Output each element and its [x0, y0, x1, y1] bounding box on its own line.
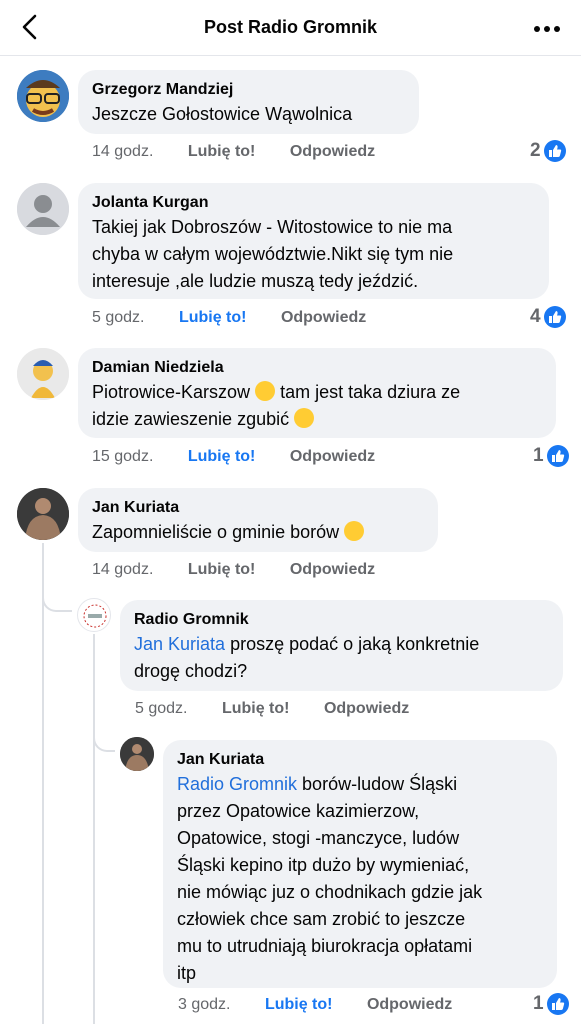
comment-text-line: nie mówiąc juz o chodnikach gdzie jak — [177, 882, 483, 902]
comment-time: 3 godz. — [178, 996, 231, 1013]
comment-text: borów-ludow Śląski — [297, 774, 458, 794]
winking-emoji-icon — [294, 408, 315, 428]
comment-actions: 14 godz. Lubię to! Odpowiedz — [92, 561, 405, 579]
comment-author[interactable]: Jan Kuriata — [177, 749, 543, 771]
avatar[interactable] — [77, 598, 111, 632]
comment-text-line: Jan Kuriata proszę podać o jaką konkretn… — [134, 631, 549, 658]
like-link[interactable]: Lubię to! — [179, 309, 247, 326]
reaction-number: 2 — [530, 140, 541, 161]
comment-text-line: Takiej jak Dobroszów - Witostowice to ni… — [92, 217, 453, 237]
comment-author[interactable]: Radio Gromnik — [134, 609, 549, 631]
thumbs-up-icon — [546, 993, 569, 1015]
reply-link[interactable]: Odpowiedz — [290, 448, 375, 465]
reaction-count[interactable]: 2 — [530, 140, 566, 162]
comment-author[interactable]: Jolanta Kurgan — [92, 192, 535, 214]
thread-connector — [42, 560, 72, 612]
comment-bubble: Jan Kuriata Radio Gromnik borów-ludow Śl… — [163, 740, 557, 988]
comment-actions: 14 godz. Lubię to! Odpowiedz — [92, 143, 405, 161]
comment-text-line: drogę chodzi? — [134, 661, 248, 681]
mention-link[interactable]: Jan Kuriata — [134, 634, 225, 654]
mention-link[interactable]: Radio Gromnik — [177, 774, 297, 794]
comment-text-line: idzie zawieszenie zgubić — [92, 406, 542, 433]
avatar[interactable] — [17, 183, 69, 235]
laughing-emoji-icon — [344, 521, 365, 541]
thread-line — [42, 543, 44, 1024]
like-link[interactable]: Lubię to! — [222, 700, 290, 717]
comment-actions: 5 godz. Lubię to! Odpowiedz — [135, 700, 439, 718]
comment-time: 14 godz. — [92, 143, 154, 160]
reaction-number: 1 — [533, 445, 544, 466]
avatar[interactable] — [17, 488, 69, 540]
reaction-count[interactable]: 1 — [533, 445, 569, 467]
comment-author[interactable]: Jan Kuriata — [92, 497, 424, 519]
more-dots-icon — [534, 26, 560, 32]
page-title: Post Radio Gromnik — [203, 17, 378, 37]
comment-bubble: Damian Niedziela Piotrowice-Karszow tam … — [78, 348, 556, 438]
reaction-number: 4 — [530, 306, 541, 327]
comment-text-line: mu to utrudniają biurokracja opłatami — [177, 936, 473, 956]
comment-text-line: interesuje ,ale ludzie muszą tedy jeździ… — [92, 271, 419, 291]
avatar[interactable] — [17, 70, 69, 122]
comment-text-line: itp — [177, 963, 197, 983]
comment-author[interactable]: Damian Niedziela — [92, 357, 542, 379]
comment-text: Piotrowice-Karszow — [92, 382, 251, 402]
comment-text-line: Opatowice, stogi -manczyce, ludów — [177, 828, 460, 848]
reaction-count[interactable]: 4 — [530, 306, 566, 328]
thread-connector — [93, 700, 115, 752]
like-link[interactable]: Lubię to! — [265, 996, 333, 1013]
comment-time: 14 godz. — [92, 561, 154, 578]
comment-actions: 15 godz. Lubię to! Odpowiedz — [92, 448, 405, 466]
reply-link[interactable]: Odpowiedz — [290, 561, 375, 578]
comment-text-line: Radio Gromnik borów-ludow Śląski — [177, 771, 543, 798]
reaction-count[interactable]: 1 — [533, 993, 569, 1015]
like-link[interactable]: Lubię to! — [188, 561, 256, 578]
comment-bubble: Grzegorz Mandziej Jeszcze Gołostowice Wą… — [78, 70, 419, 134]
reply-link[interactable]: Odpowiedz — [367, 996, 452, 1013]
comment-text: idzie zawieszenie zgubić — [92, 409, 290, 429]
like-link[interactable]: Lubię to! — [188, 143, 256, 160]
comment-time: 5 godz. — [135, 700, 188, 717]
thumbs-up-icon — [543, 140, 566, 162]
comment-actions: 5 godz. Lubię to! Odpowiedz — [92, 309, 396, 327]
comment-text-line: Śląski kepino itp dużo by wymieniać, — [177, 855, 470, 875]
reply-link[interactable]: Odpowiedz — [324, 700, 409, 717]
comment-text: proszę podać o jaką konkretnie — [225, 634, 480, 654]
reply-link[interactable]: Odpowiedz — [290, 143, 375, 160]
comment-bubble: Radio Gromnik Jan Kuriata proszę podać o… — [120, 600, 563, 691]
comment-actions: 3 godz. Lubię to! Odpowiedz — [178, 996, 482, 1014]
comment-text-line: przez Opatowice kazimierzow, — [177, 801, 420, 821]
comment-time: 5 godz. — [92, 309, 145, 326]
comment-bubble: Jan Kuriata Zapomnieliście o gminie boró… — [78, 488, 438, 552]
thumbs-up-icon — [546, 445, 569, 467]
comment-text: tam jest taka dziura ze — [280, 382, 461, 402]
like-link[interactable]: Lubię to! — [188, 448, 256, 465]
comment-text-line: Piotrowice-Karszow tam jest taka dziura … — [92, 379, 542, 406]
thumbs-up-icon — [543, 306, 566, 328]
comment-text-line: Zapomnieliście o gminie borów — [92, 519, 424, 546]
top-bar: Post Radio Gromnik — [0, 0, 581, 56]
comment-author[interactable]: Grzegorz Mandziej — [92, 79, 405, 101]
avatar[interactable] — [120, 737, 154, 771]
reaction-number: 1 — [533, 993, 544, 1014]
thread-line — [93, 634, 95, 1024]
comment-time: 15 godz. — [92, 448, 154, 465]
winking-emoji-icon — [255, 381, 276, 401]
comment-text-line: człowiek chce sam zrobić to jeszcze — [177, 909, 466, 929]
comment-text: Zapomnieliście o gminie borów — [92, 522, 340, 542]
more-button[interactable] — [533, 14, 561, 34]
avatar[interactable] — [17, 348, 69, 400]
reply-link[interactable]: Odpowiedz — [281, 309, 366, 326]
comment-text-line: chyba w całym województwie.Nikt się tym … — [92, 244, 454, 264]
comment-bubble: Jolanta Kurgan Takiej jak Dobroszów - Wi… — [78, 183, 549, 299]
comment-text: Jeszcze Gołostowice Wąwolnica — [92, 104, 353, 124]
